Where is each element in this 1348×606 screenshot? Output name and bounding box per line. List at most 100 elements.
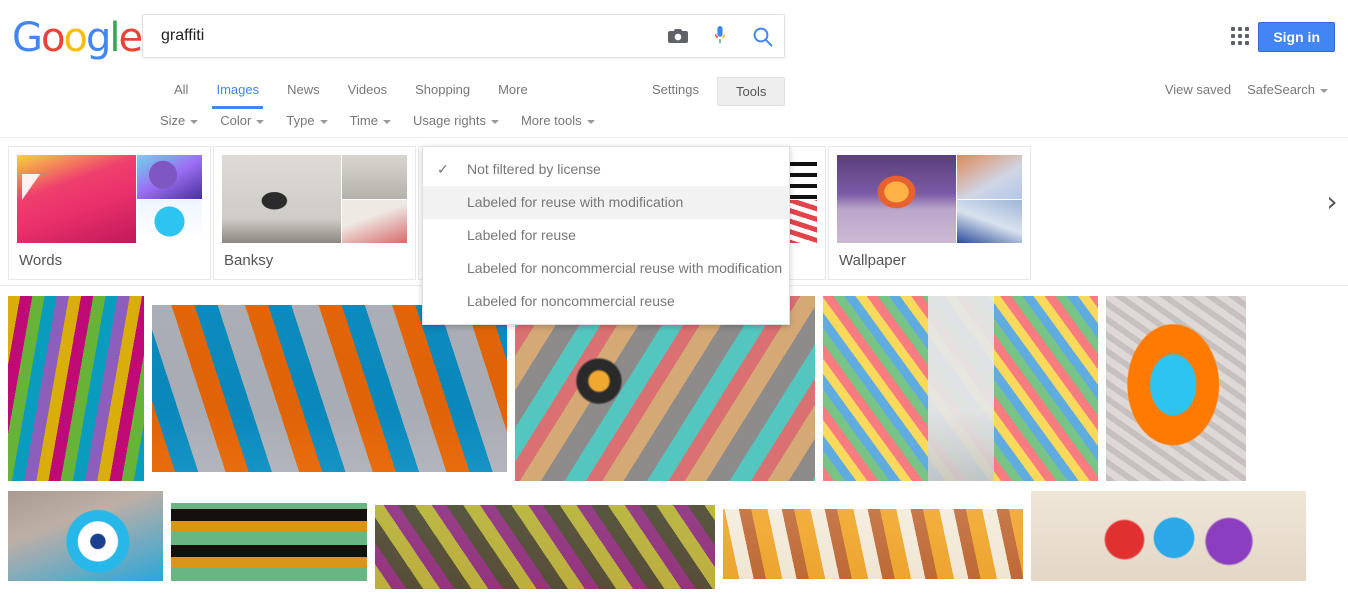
- chevron-down-icon: [1320, 88, 1328, 93]
- logo-letter-e: e: [118, 15, 143, 61]
- filter-type[interactable]: Type: [286, 108, 349, 133]
- usage-rights-option-label: Not filtered by license: [467, 161, 601, 177]
- filter-color-label: Color: [220, 113, 252, 128]
- tab-news[interactable]: News: [273, 72, 334, 108]
- card-thumb-small: [136, 199, 202, 243]
- card-thumb-small: [956, 199, 1022, 243]
- card-thumb-side: [341, 155, 407, 243]
- apps-dot: [1245, 27, 1249, 31]
- chevron-down-icon: [586, 119, 595, 124]
- search-box-icons: [666, 15, 774, 57]
- image-results-row: [0, 491, 1348, 589]
- apps-dot: [1245, 41, 1249, 45]
- result-image-green-dragons-flames[interactable]: [171, 503, 367, 581]
- search-box[interactable]: [142, 14, 785, 58]
- card-thumbnails: [17, 155, 202, 243]
- card-thumb-small: [956, 155, 1022, 199]
- filter-time[interactable]: Time: [350, 108, 413, 133]
- usage-rights-option-label: Labeled for noncommercial reuse: [467, 293, 675, 309]
- apps-dot: [1231, 27, 1235, 31]
- filter-usage-rights-label: Usage rights: [412, 113, 486, 128]
- apps-dot: [1238, 27, 1242, 31]
- apps-dot: [1238, 41, 1242, 45]
- chevron-right-icon: ›: [1326, 185, 1338, 218]
- category-card-label: Words: [19, 252, 63, 269]
- tools-button[interactable]: Tools: [716, 77, 786, 106]
- filter-time-label: Time: [349, 113, 378, 128]
- result-image-teal-gold-piece[interactable]: [375, 505, 715, 589]
- chevron-down-icon: [319, 119, 328, 124]
- card-thumb-small: [136, 155, 202, 199]
- chevron-down-icon: [190, 119, 199, 124]
- filter-size-label: Size: [160, 113, 186, 128]
- usage-rights-option-reuse-with-modification[interactable]: Labeled for reuse with modification: [423, 186, 789, 219]
- logo-letter-g2: g: [85, 15, 111, 61]
- result-image-christian-wildstyle-wall[interactable]: [152, 305, 507, 472]
- result-image-graffiti-word-wall[interactable]: [723, 509, 1023, 579]
- camera-icon[interactable]: [666, 24, 690, 48]
- result-image-graffiti-alphabet-poster[interactable]: [8, 296, 144, 481]
- category-card-banksy[interactable]: Banksy: [213, 146, 416, 280]
- category-card-wallpaper[interactable]: Wallpaper: [828, 146, 1031, 280]
- logo-letter-g1: G: [12, 15, 43, 61]
- tab-videos[interactable]: Videos: [334, 72, 402, 108]
- result-image-yes-bubble-piece[interactable]: [1106, 296, 1246, 481]
- search-tabs: All Images News Videos Shopping More: [160, 72, 542, 109]
- tab-all[interactable]: All: [160, 72, 202, 108]
- microphone-icon[interactable]: [708, 24, 732, 48]
- safesearch-label: SafeSearch: [1247, 82, 1315, 97]
- apps-grid-icon[interactable]: [1228, 24, 1252, 48]
- card-thumb-small: [341, 155, 407, 199]
- card-thumb-side: [956, 155, 1022, 243]
- apps-dot: [1238, 34, 1242, 38]
- usage-rights-option-label: Labeled for reuse: [467, 227, 576, 243]
- settings-link[interactable]: Settings: [640, 72, 711, 108]
- filter-bar: Size Color Type Time Usage rights More t…: [0, 108, 1348, 138]
- safesearch-dropdown[interactable]: SafeSearch: [1239, 72, 1336, 107]
- view-saved-link[interactable]: View saved: [1157, 72, 1239, 107]
- tab-shopping[interactable]: Shopping: [401, 72, 484, 108]
- check-icon: ✓: [437, 161, 449, 177]
- card-thumb-main: [17, 155, 136, 243]
- result-image-music-colorful-brick[interactable]: [1031, 491, 1306, 581]
- card-thumb-side: [136, 155, 202, 243]
- filter-color[interactable]: Color: [220, 108, 286, 133]
- logo-letter-o1: o: [41, 15, 66, 61]
- card-thumb-small: [341, 199, 407, 243]
- usage-rights-option-not-filtered[interactable]: ✓ Not filtered by license: [423, 153, 789, 186]
- card-thumbnails: [222, 155, 407, 243]
- google-logo[interactable]: Google: [12, 15, 143, 61]
- usage-rights-option-label: Labeled for noncommercial reuse with mod…: [467, 260, 783, 276]
- tab-more[interactable]: More: [484, 72, 542, 108]
- tab-images[interactable]: Images: [202, 72, 273, 109]
- result-image-woman-curtain-mural[interactable]: [823, 296, 1098, 481]
- category-card-words[interactable]: Words: [8, 146, 211, 280]
- carousel-next-button[interactable]: ›: [1316, 146, 1348, 258]
- filter-size[interactable]: Size: [160, 108, 220, 133]
- chevron-down-icon: [256, 119, 265, 124]
- nav-tools-group: Settings Tools: [640, 72, 786, 108]
- chevron-down-icon: [490, 119, 499, 124]
- sign-in-button[interactable]: Sign in: [1258, 22, 1335, 52]
- filter-usage-rights[interactable]: Usage rights: [413, 108, 521, 133]
- search-icon[interactable]: [750, 24, 774, 48]
- usage-rights-option-label: Labeled for reuse with modification: [467, 194, 684, 210]
- apps-dot: [1231, 41, 1235, 45]
- usage-rights-dropdown-menu: ✓ Not filtered by license Labeled for re…: [422, 146, 790, 325]
- filter-list: Size Color Type Time Usage rights More t…: [160, 108, 617, 133]
- usage-rights-option-reuse[interactable]: Labeled for reuse: [423, 219, 789, 252]
- usage-rights-option-noncommercial-with-modification[interactable]: Labeled for noncommercial reuse with mod…: [423, 252, 789, 285]
- filter-type-label: Type: [286, 113, 315, 128]
- logo-letter-o2: o: [63, 15, 88, 61]
- page-header: Google graffiti Sign in: [0, 0, 1348, 72]
- result-image-blue-eyeball-character[interactable]: [8, 491, 163, 581]
- search-input[interactable]: [159, 15, 649, 57]
- card-thumb-main: [222, 155, 341, 243]
- filter-more-tools[interactable]: More tools: [521, 108, 617, 133]
- nav-right-links: View saved SafeSearch: [1157, 72, 1336, 107]
- filter-more-tools-label: More tools: [520, 113, 582, 128]
- apps-dot: [1231, 34, 1235, 38]
- usage-rights-option-noncommercial[interactable]: Labeled for noncommercial reuse: [423, 285, 789, 318]
- chevron-down-icon: [382, 119, 391, 124]
- category-card-label: Banksy: [224, 252, 274, 269]
